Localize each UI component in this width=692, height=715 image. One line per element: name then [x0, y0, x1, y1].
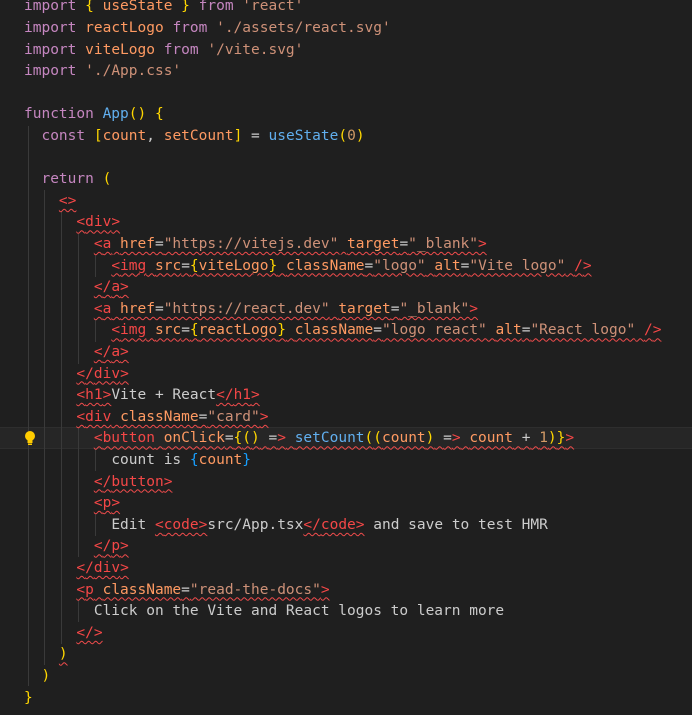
- code-editor[interactable]: import { useState } from 'react' import r…: [0, 0, 692, 715]
- code-line[interactable]: import viteLogo from '/vite.svg': [24, 40, 303, 62]
- code-line[interactable]: ): [24, 644, 68, 666]
- code-line[interactable]: </div>: [24, 558, 128, 580]
- code-line[interactable]: </a>: [24, 342, 129, 364]
- code-line[interactable]: <>: [24, 191, 76, 213]
- code-line[interactable]: </button>: [24, 472, 173, 494]
- code-line[interactable]: </>: [24, 623, 102, 645]
- code-line[interactable]: import reactLogo from './assets/react.sv…: [24, 18, 391, 40]
- code-line[interactable]: <p>: [24, 493, 120, 515]
- code-line[interactable]: </div>: [24, 364, 128, 386]
- code-line[interactable]: <a href="https://react.dev" target="_bla…: [24, 299, 478, 321]
- code-line[interactable]: Edit <code>src/App.tsx</code> and save t…: [24, 515, 548, 537]
- code-line[interactable]: <p className="read-the-docs">: [24, 580, 329, 602]
- code-line[interactable]: import './App.css': [24, 61, 181, 83]
- code-line[interactable]: <img src={reactLogo} className="logo rea…: [24, 320, 661, 342]
- code-line[interactable]: }: [24, 688, 33, 710]
- code-line[interactable]: <div className="card">: [24, 407, 268, 429]
- code-line[interactable]: </a>: [24, 277, 129, 299]
- code-line[interactable]: import { useState } from 'react': [24, 0, 303, 18]
- code-line[interactable]: <button onClick={() => setCount((count) …: [24, 428, 574, 450]
- code-line[interactable]: return (: [24, 169, 111, 191]
- code-line[interactable]: ): [24, 666, 50, 688]
- code-line[interactable]: </p>: [24, 536, 129, 558]
- code-line[interactable]: <a href="https://vitejs.dev" target="_bl…: [24, 234, 487, 256]
- code-line[interactable]: <div>: [24, 212, 120, 234]
- code-line[interactable]: <h1>Vite + React</h1>: [24, 385, 259, 407]
- code-line[interactable]: function App() {: [24, 104, 164, 126]
- code-line[interactable]: count is {count}: [24, 450, 251, 472]
- code-line[interactable]: const [count, setCount] = useState(0): [24, 126, 364, 148]
- code-line[interactable]: Click on the Vite and React logos to lea…: [24, 601, 504, 623]
- code-line[interactable]: <img src={viteLogo} className="logo" alt…: [24, 256, 591, 278]
